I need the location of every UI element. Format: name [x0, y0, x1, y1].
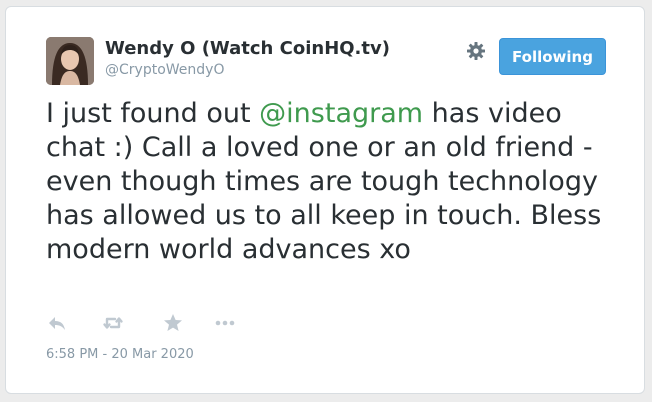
author-display-name[interactable]: Wendy O (Watch CoinHQ.tv)	[105, 38, 390, 59]
following-button[interactable]: Following	[499, 38, 606, 75]
avatar-image	[46, 37, 94, 85]
author-handle[interactable]: @CryptoWendyO	[105, 62, 224, 78]
tweet-card: Wendy O (Watch CoinHQ.tv) @CryptoWendyO …	[5, 6, 645, 394]
reply-icon[interactable]	[46, 312, 68, 334]
retweet-icon[interactable]	[102, 312, 124, 334]
more-icon[interactable]	[214, 312, 236, 334]
gear-icon[interactable]	[466, 41, 486, 61]
tweet-text: I just found out @instagram has video ch…	[46, 97, 626, 267]
tweet-timestamp[interactable]: 6:58 PM - 20 Mar 2020	[46, 347, 194, 362]
star-icon[interactable]	[162, 312, 184, 334]
tweet-actions	[46, 312, 276, 334]
mention-link[interactable]: @instagram	[259, 98, 423, 129]
avatar[interactable]	[46, 37, 94, 85]
tweet-text-before: I just found out	[46, 98, 260, 129]
